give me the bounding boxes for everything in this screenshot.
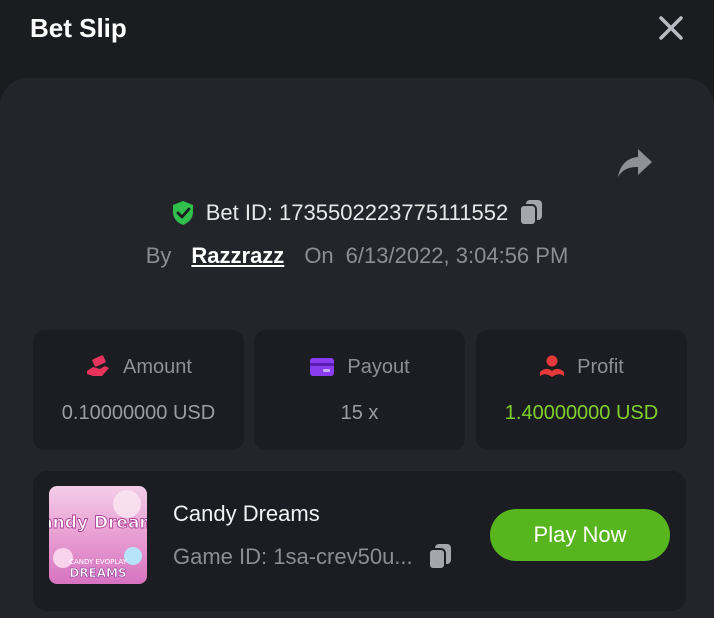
- bet-datetime: 6/13/2022, 3:04:56 PM: [345, 243, 569, 268]
- bet-id: Bet ID: 1735502223775111552: [205, 200, 509, 225]
- bet-id-row: Bet ID: 1735502223775111552: [0, 196, 714, 230]
- thumb-brand-text: CANDY EVOPLAY: [69, 558, 128, 566]
- header: Bet Slip: [0, 0, 714, 78]
- profit-value: 1.40000000 USD: [504, 402, 659, 424]
- page-title: Bet Slip: [30, 13, 127, 43]
- game-card: Candy Dreams CANDY EVOPLAY DREAMS Candy …: [33, 471, 686, 611]
- share-icon[interactable]: [616, 147, 654, 179]
- amount-card: Amount 0.10000000 USD: [33, 330, 244, 450]
- close-icon[interactable]: [657, 14, 685, 42]
- amount-value: 0.10000000 USD: [61, 402, 216, 424]
- payout-card: Payout 15 x: [254, 330, 465, 450]
- amount-label: Amount: [123, 355, 192, 378]
- profit-card: Profit 1.40000000 USD: [476, 330, 687, 450]
- by-label: By: [145, 243, 172, 268]
- payout-value: 15 x: [340, 402, 379, 424]
- payout-label: Payout: [347, 355, 410, 378]
- profit-hand-icon: [540, 355, 565, 377]
- profit-label: Profit: [577, 355, 624, 378]
- thumb-bottom-text: DREAMS: [69, 566, 126, 580]
- bet-author-row: By Razzrazz On 6/13/2022, 3:04:56 PM: [0, 240, 714, 272]
- verified-shield-icon: [172, 201, 193, 225]
- game-art-image: Candy Dreams CANDY EVOPLAY DREAMS: [49, 486, 147, 584]
- thumb-title-text: Candy Dreams: [49, 513, 147, 533]
- game-id: Game ID: 1sa-crev50u...: [173, 544, 413, 569]
- game-id-row: Game ID: 1sa-crev50u...: [173, 543, 453, 571]
- play-now-button[interactable]: Play Now: [490, 509, 670, 561]
- money-hand-icon: [87, 355, 110, 376]
- game-thumbnail[interactable]: Candy Dreams CANDY EVOPLAY DREAMS: [49, 486, 147, 584]
- copy-game-id-icon[interactable]: [427, 543, 453, 571]
- copy-icon[interactable]: [518, 199, 544, 227]
- game-name: Candy Dreams: [173, 501, 320, 526]
- card-icon: [310, 358, 335, 376]
- username-link[interactable]: Razzrazz: [191, 243, 284, 269]
- on-label: On: [304, 243, 334, 268]
